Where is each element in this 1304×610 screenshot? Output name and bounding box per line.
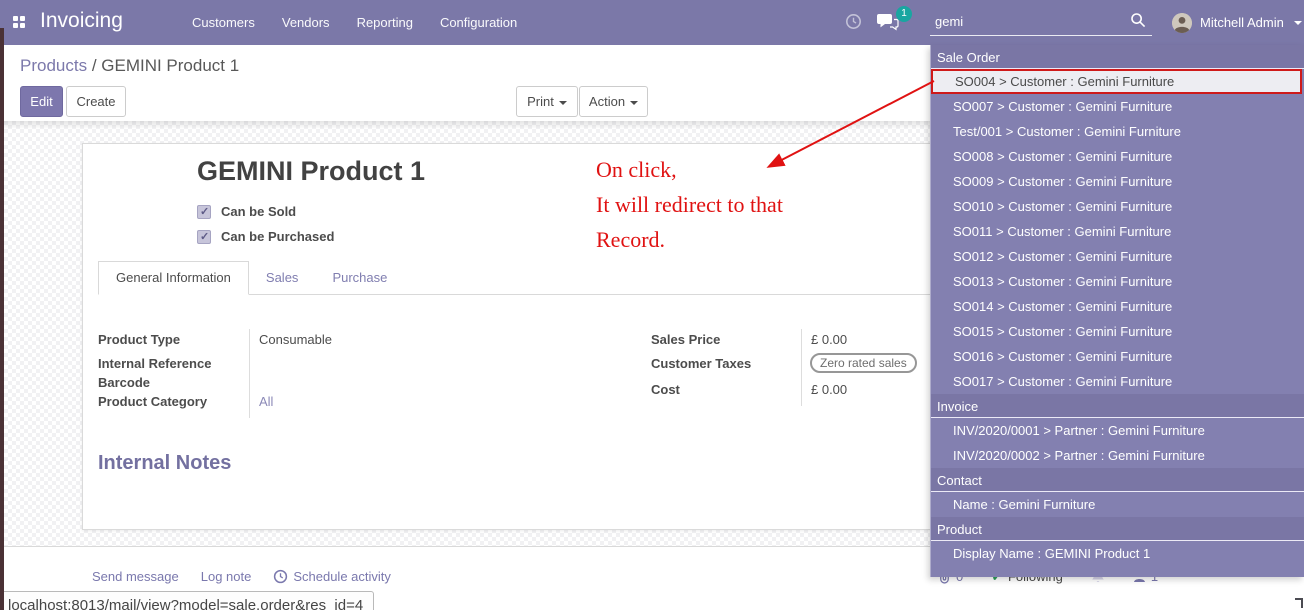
sales-price-label: Sales Price [651,332,720,347]
annotation-line: It will redirect to that [596,187,783,222]
dropdown-item[interactable]: SO010 > Customer : Gemini Furniture [931,194,1304,219]
dropdown-section-contact: Contact [931,468,1304,492]
menu-vendors[interactable]: Vendors [282,15,330,30]
dropdown-item[interactable]: SO013 > Customer : Gemini Furniture [931,269,1304,294]
send-message-link[interactable]: Send message [92,569,179,584]
caret-down-icon [630,101,638,105]
global-search [930,7,1152,36]
tab-general-information[interactable]: General Information [98,261,249,295]
resize-corner-mark [1295,598,1303,608]
search-input[interactable] [930,9,1125,33]
caret-down-icon [1294,21,1302,25]
field-separator-line [249,329,250,418]
dropdown-section-invoice: Invoice [931,394,1304,418]
breadcrumb: Products / GEMINI Product 1 [20,56,239,76]
status-url-tooltip: localhost:8013/mail/view?model=sale.orde… [0,591,374,610]
annotation-note: On click, It will redirect to that Recor… [596,152,783,257]
product-category-value[interactable]: All [259,394,273,409]
search-results-dropdown: Sale Order SO004 > Customer : Gemini Fur… [930,45,1304,577]
dropdown-section-product: Product [931,517,1304,541]
product-type-value[interactable]: Consumable [259,332,332,347]
activities-clock-icon[interactable] [845,13,862,33]
annotation-line: On click, [596,152,783,187]
dropdown-item[interactable]: SO016 > Customer : Gemini Furniture [931,344,1304,369]
message-count-badge: 1 [896,6,912,22]
top-bar: Invoicing Customers Vendors Reporting Co… [0,0,1304,45]
cost-label: Cost [651,382,680,397]
user-menu[interactable]: Mitchell Admin [1172,0,1302,45]
product-title: GEMINI Product 1 [197,156,425,187]
menu-reporting[interactable]: Reporting [357,15,413,30]
log-note-link[interactable]: Log note [201,569,252,584]
user-name: Mitchell Admin [1200,15,1284,30]
dropdown-item[interactable]: SO008 > Customer : Gemini Furniture [931,144,1304,169]
annotation-line: Record. [596,222,783,257]
dropdown-item[interactable]: Name : Gemini Furniture [931,492,1304,517]
tab-purchase[interactable]: Purchase [315,261,404,294]
window-edge-strip [0,28,4,610]
action-dropdown-button[interactable]: Action [579,86,648,117]
dropdown-item[interactable]: SO017 > Customer : Gemini Furniture [931,369,1304,394]
top-nav: Customers Vendors Reporting Configuratio… [192,0,517,45]
schedule-clock-icon [273,569,288,584]
app-title[interactable]: Invoicing [40,9,123,33]
dropdown-item[interactable]: SO007 > Customer : Gemini Furniture [931,94,1304,119]
product-category-label: Product Category [98,394,207,409]
dropdown-section-sale-order: Sale Order [931,45,1304,69]
breadcrumb-products-link[interactable]: Products [20,56,87,75]
product-type-label: Product Type [98,332,180,347]
customer-taxes-tag[interactable]: Zero rated sales [810,353,917,373]
create-button[interactable]: Create [66,86,126,117]
sales-price-value[interactable]: £ 0.00 [811,332,847,347]
edit-button[interactable]: Edit [20,86,63,117]
cost-value[interactable]: £ 0.00 [811,382,847,397]
apps-menu-icon[interactable] [13,16,25,28]
barcode-label: Barcode [98,375,150,390]
can-be-sold-row: Can be Sold [197,204,296,219]
internal-reference-label: Internal Reference [98,356,211,371]
field-separator-line [801,329,802,406]
dropdown-item[interactable]: INV/2020/0001 > Partner : Gemini Furnitu… [931,418,1304,443]
dropdown-item[interactable]: Test/001 > Customer : Gemini Furniture [931,119,1304,144]
can-be-sold-label: Can be Sold [221,204,296,219]
breadcrumb-current: GEMINI Product 1 [101,56,239,75]
can-be-sold-checkbox[interactable] [197,205,211,219]
can-be-purchased-checkbox[interactable] [197,230,211,244]
chatter-links: Send message Log note Schedule activity [92,569,391,584]
dropdown-item[interactable]: INV/2020/0002 > Partner : Gemini Furnitu… [931,443,1304,468]
customer-taxes-label: Customer Taxes [651,356,751,371]
can-be-purchased-label: Can be Purchased [221,229,334,244]
dropdown-item[interactable]: SO011 > Customer : Gemini Furniture [931,219,1304,244]
search-icon[interactable] [1130,12,1146,31]
can-be-purchased-row: Can be Purchased [197,229,334,244]
avatar [1172,13,1192,33]
tab-sales[interactable]: Sales [249,261,316,294]
schedule-activity-link[interactable]: Schedule activity [273,569,391,584]
caret-down-icon [559,101,567,105]
dropdown-item[interactable]: SO015 > Customer : Gemini Furniture [931,319,1304,344]
dropdown-item[interactable]: Display Name : GEMINI Product 1 [931,541,1304,566]
dropdown-item[interactable]: SO009 > Customer : Gemini Furniture [931,169,1304,194]
dropdown-item[interactable]: SO012 > Customer : Gemini Furniture [931,244,1304,269]
screen: Invoicing Customers Vendors Reporting Co… [0,0,1304,610]
dropdown-item[interactable]: SO014 > Customer : Gemini Furniture [931,294,1304,319]
breadcrumb-separator: / [87,56,101,75]
print-dropdown-button[interactable]: Print [516,86,578,117]
menu-customers[interactable]: Customers [192,15,255,30]
menu-configuration[interactable]: Configuration [440,15,517,30]
dropdown-item-so004-highlighted[interactable]: SO004 > Customer : Gemini Furniture [931,69,1302,94]
internal-notes-heading: Internal Notes [98,452,231,475]
